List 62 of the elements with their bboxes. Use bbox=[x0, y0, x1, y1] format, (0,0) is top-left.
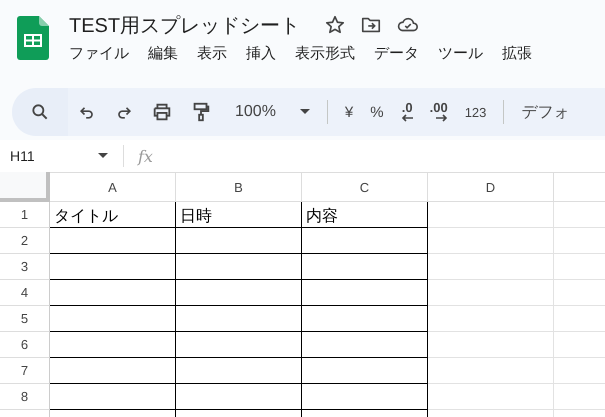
row-header[interactable]: 4 bbox=[0, 280, 50, 306]
table-cell[interactable] bbox=[176, 358, 302, 384]
menu-item[interactable]: ファイル bbox=[69, 44, 129, 63]
table-cell[interactable]: タイトル bbox=[50, 202, 176, 228]
currency-button[interactable]: ¥ bbox=[344, 104, 354, 120]
menu-item[interactable]: 編集 bbox=[148, 44, 178, 63]
table-cell[interactable] bbox=[50, 358, 176, 384]
table-cell[interactable] bbox=[302, 280, 428, 306]
table-cell[interactable] bbox=[176, 306, 302, 332]
menu-item[interactable]: データ bbox=[374, 44, 419, 63]
row-header[interactable]: 2 bbox=[0, 228, 50, 254]
table-cell[interactable] bbox=[50, 228, 176, 254]
table-cell[interactable] bbox=[302, 384, 428, 410]
row-header[interactable]: 7 bbox=[0, 358, 50, 384]
font-dropdown[interactable]: デフォ bbox=[521, 102, 570, 122]
table-cell[interactable] bbox=[302, 332, 428, 358]
column-header[interactable]: D bbox=[428, 172, 554, 202]
percent-button[interactable]: % bbox=[370, 104, 384, 120]
right-arrow-icon bbox=[436, 114, 448, 122]
column-header[interactable]: C bbox=[302, 172, 428, 202]
menu-item[interactable]: 挿入 bbox=[246, 44, 276, 63]
column-header[interactable]: A bbox=[50, 172, 176, 202]
row-header[interactable]: 8 bbox=[0, 384, 50, 410]
menu-item[interactable]: 表示形式 bbox=[295, 44, 355, 63]
table-cell[interactable] bbox=[302, 306, 428, 332]
row-header[interactable]: 3 bbox=[0, 254, 50, 280]
left-arrow-icon bbox=[400, 114, 413, 122]
menu-item[interactable]: 拡張 bbox=[502, 44, 532, 63]
table-cell[interactable] bbox=[50, 306, 176, 332]
spreadsheet-logo-icon[interactable] bbox=[17, 16, 49, 60]
table-cell[interactable] bbox=[176, 228, 302, 254]
increase-decimal-button[interactable]: .00 bbox=[430, 102, 448, 122]
menu-item[interactable]: ツール bbox=[438, 44, 483, 63]
star-icon[interactable] bbox=[324, 14, 346, 36]
zoom-dropdown[interactable]: 100% bbox=[229, 103, 310, 121]
table-cell[interactable] bbox=[302, 254, 428, 280]
caret-icon bbox=[300, 109, 310, 115]
table-cell[interactable] bbox=[176, 384, 302, 410]
print-icon[interactable] bbox=[151, 101, 173, 123]
row-header[interactable]: 5 bbox=[0, 306, 50, 332]
column-header[interactable]: B bbox=[176, 172, 302, 202]
table-cell[interactable] bbox=[50, 280, 176, 306]
caret-icon[interactable] bbox=[98, 153, 108, 159]
cell-reference[interactable]: H11 bbox=[10, 148, 98, 164]
menu-item[interactable]: 表示 bbox=[197, 44, 227, 63]
table-cell[interactable]: 内容 bbox=[302, 202, 428, 228]
row-header[interactable]: 1 bbox=[0, 202, 50, 228]
table-cell[interactable] bbox=[176, 332, 302, 358]
table-cell[interactable] bbox=[302, 358, 428, 384]
table-cell[interactable] bbox=[176, 254, 302, 280]
table-cell[interactable] bbox=[50, 332, 176, 358]
function-label: fx bbox=[138, 146, 153, 166]
search-icon[interactable] bbox=[30, 102, 50, 122]
table-cell[interactable] bbox=[50, 384, 176, 410]
table-cell[interactable] bbox=[50, 254, 176, 280]
row-header[interactable]: 6 bbox=[0, 332, 50, 358]
table-cell[interactable]: 日時 bbox=[176, 202, 302, 228]
decrease-decimal-button[interactable]: .0 bbox=[400, 102, 413, 122]
document-title[interactable]: TEST用スプレッドシート bbox=[69, 12, 300, 38]
table-cell[interactable] bbox=[176, 280, 302, 306]
number-format-button[interactable]: 123 bbox=[464, 104, 486, 120]
table-cell[interactable] bbox=[302, 228, 428, 254]
